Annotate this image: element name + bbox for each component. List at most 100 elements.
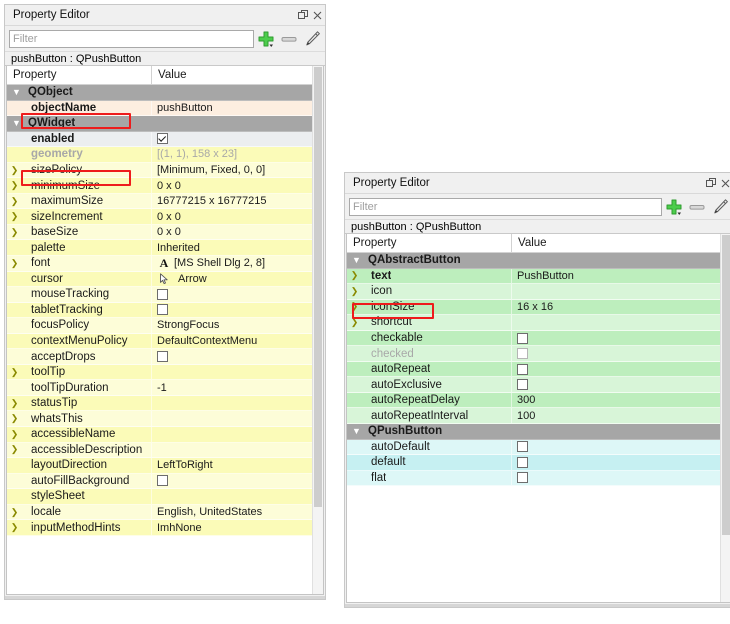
property-row[interactable]: objectName pushButton xyxy=(7,100,323,117)
property-value-cell[interactable] xyxy=(512,440,730,455)
add-icon[interactable] xyxy=(255,28,277,50)
property-row[interactable]: toolTipDuration -1 xyxy=(7,380,323,396)
property-row[interactable]: cursor Arrow xyxy=(7,271,323,288)
property-value-cell[interactable] xyxy=(152,365,323,380)
property-row[interactable]: autoExclusive xyxy=(347,377,730,393)
property-row[interactable]: ❯ icon xyxy=(347,284,730,300)
chevron-right-icon[interactable]: ❯ xyxy=(7,211,22,222)
chevron-right-icon[interactable]: ❯ xyxy=(7,165,22,176)
value-checkbox[interactable] xyxy=(517,472,528,484)
property-value-cell[interactable]: pushButton xyxy=(152,101,323,116)
property-group-row[interactable]: ▼ QObject xyxy=(7,85,323,101)
close-icon[interactable] xyxy=(312,7,323,24)
property-value-cell[interactable]: 0 x 0 xyxy=(152,209,323,224)
remove-icon[interactable] xyxy=(686,196,708,218)
property-row[interactable]: enabled xyxy=(7,131,323,148)
vertical-scrollbar[interactable] xyxy=(720,234,730,602)
chevron-right-icon[interactable]: ❯ xyxy=(347,317,362,328)
property-value-cell[interactable] xyxy=(152,443,323,458)
property-value-cell[interactable] xyxy=(152,489,323,504)
configure-icon[interactable] xyxy=(709,196,730,218)
property-row[interactable]: mouseTracking xyxy=(7,287,323,303)
property-value-cell[interactable]: English, UnitedStates xyxy=(152,505,323,520)
property-group-row[interactable]: ▼ QPushButton xyxy=(347,424,730,440)
value-checkbox[interactable] xyxy=(157,475,168,487)
property-row[interactable]: geometry [(1, 1), 158 x 23] xyxy=(7,147,323,163)
property-value-cell[interactable] xyxy=(152,349,323,364)
chevron-right-icon[interactable]: ❯ xyxy=(7,398,22,409)
property-row[interactable]: ❯ sizeIncrement 0 x 0 xyxy=(7,209,323,225)
scrollbar-thumb[interactable] xyxy=(314,67,322,507)
property-row[interactable]: autoRepeatDelay 300 xyxy=(347,392,730,409)
vertical-scrollbar[interactable] xyxy=(312,66,323,594)
property-row[interactable]: ❯ statusTip xyxy=(7,395,323,412)
chevron-right-icon[interactable]: ❯ xyxy=(7,258,22,269)
chevron-right-icon[interactable]: ❯ xyxy=(7,507,22,518)
property-row[interactable]: flat xyxy=(347,470,730,487)
property-row[interactable]: palette Inherited xyxy=(7,240,323,257)
value-checkbox[interactable] xyxy=(157,304,168,316)
property-row[interactable]: checked xyxy=(347,346,730,362)
remove-icon[interactable] xyxy=(278,28,300,50)
chevron-down-icon[interactable]: ▼ xyxy=(349,426,364,436)
value-checkbox[interactable] xyxy=(517,441,528,453)
property-value-cell[interactable]: 100 xyxy=(512,408,730,423)
property-value-cell[interactable] xyxy=(152,411,323,426)
column-header-property[interactable]: Property xyxy=(7,66,152,84)
property-value-cell[interactable] xyxy=(512,346,730,361)
chevron-right-icon[interactable]: ❯ xyxy=(7,413,22,424)
property-value-cell[interactable]: 0 x 0 xyxy=(152,178,323,193)
value-checkbox[interactable] xyxy=(517,379,528,391)
value-checkbox[interactable] xyxy=(157,351,168,363)
property-value-cell[interactable]: 16 x 16 xyxy=(512,300,730,315)
property-value-cell[interactable]: Arrow xyxy=(152,272,323,287)
property-row[interactable]: ❯ accessibleDescription xyxy=(7,442,323,459)
property-value-cell[interactable] xyxy=(512,455,730,470)
property-row[interactable]: ❯ shortcut xyxy=(347,315,730,331)
property-value-cell[interactable]: -1 xyxy=(152,380,323,395)
column-header-value[interactable]: Value xyxy=(512,234,730,252)
property-value-cell[interactable] xyxy=(152,132,323,147)
add-icon[interactable] xyxy=(663,196,685,218)
property-value-cell[interactable] xyxy=(512,331,730,346)
value-checkbox[interactable] xyxy=(157,288,168,300)
property-value-cell[interactable]: ImhNone xyxy=(152,520,323,535)
value-checkbox[interactable] xyxy=(517,332,528,344)
property-value-cell[interactable]: 16777215 x 16777215 xyxy=(152,194,323,209)
property-row[interactable]: ❯ baseSize 0 x 0 xyxy=(7,224,323,241)
property-group-row[interactable]: ▼ QAbstractButton xyxy=(347,253,730,269)
property-row[interactable]: contextMenuPolicy DefaultContextMenu xyxy=(7,333,323,350)
scrollbar-thumb[interactable] xyxy=(722,235,730,535)
chevron-right-icon[interactable]: ❯ xyxy=(7,444,22,455)
float-icon[interactable] xyxy=(703,175,720,192)
property-row[interactable]: ❯ inputMethodHints ImhNone xyxy=(7,520,323,536)
property-value-cell[interactable]: 0 x 0 xyxy=(152,225,323,240)
property-row[interactable]: ❯ toolTip xyxy=(7,364,323,381)
filter-input[interactable] xyxy=(9,29,254,48)
property-row[interactable]: layoutDirection LeftToRight xyxy=(7,458,323,474)
property-row[interactable]: acceptDrops xyxy=(7,349,323,365)
property-value-cell[interactable]: [Minimum, Fixed, 0, 0] xyxy=(152,163,323,178)
property-value-cell[interactable]: DefaultContextMenu xyxy=(152,334,323,349)
property-row[interactable]: tabletTracking xyxy=(7,302,323,319)
chevron-down-icon[interactable]: ▼ xyxy=(9,118,24,128)
value-checkbox[interactable] xyxy=(517,348,528,360)
property-row[interactable]: ❯ minimumSize 0 x 0 xyxy=(7,178,323,194)
property-value-cell[interactable] xyxy=(512,315,730,330)
property-row[interactable]: autoDefault xyxy=(347,439,730,456)
value-checkbox[interactable] xyxy=(517,456,528,468)
chevron-right-icon[interactable]: ❯ xyxy=(7,180,22,191)
chevron-down-icon[interactable]: ▼ xyxy=(9,87,24,97)
property-value-cell[interactable]: [(1, 1), 158 x 23] xyxy=(152,147,323,162)
property-row[interactable]: styleSheet xyxy=(7,489,323,505)
property-value-cell[interactable] xyxy=(512,362,730,377)
property-value-cell[interactable] xyxy=(512,284,730,299)
property-row[interactable]: ❯ iconSize 16 x 16 xyxy=(347,299,730,316)
property-value-cell[interactable] xyxy=(152,427,323,442)
float-icon[interactable] xyxy=(295,7,312,24)
chevron-right-icon[interactable]: ❯ xyxy=(7,522,22,533)
property-value-cell[interactable] xyxy=(152,474,323,489)
property-row[interactable]: ❯ whatsThis xyxy=(7,411,323,428)
property-value-cell[interactable] xyxy=(152,287,323,302)
chevron-right-icon[interactable]: ❯ xyxy=(347,301,362,312)
